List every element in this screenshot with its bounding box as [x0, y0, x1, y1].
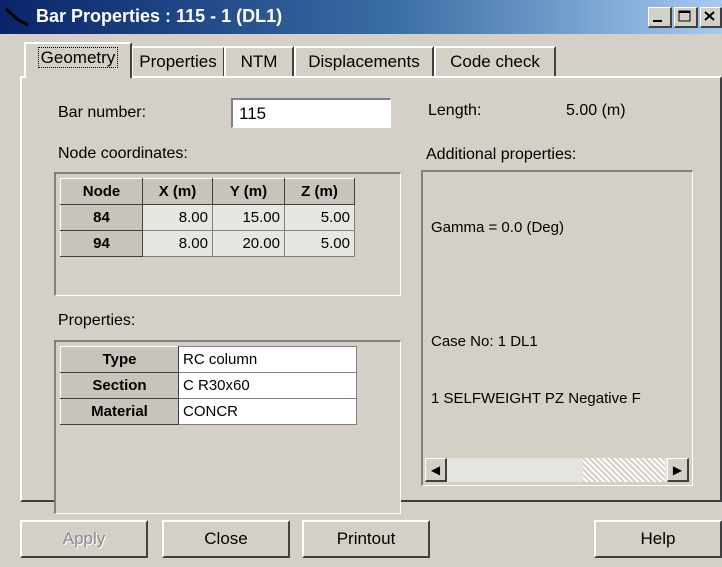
node-table: Node X (m) Y (m) Z (m) 84 8.00 15.00 5.0…	[60, 178, 355, 257]
length-label: Length:	[428, 102, 482, 119]
property-name-cell[interactable]: Type	[60, 346, 179, 373]
tab-code-check[interactable]: Code check	[434, 46, 556, 76]
arrow-left-icon: ◀	[430, 463, 441, 477]
window-title: Bar Properties : 115 - 1 (DL1)	[36, 6, 283, 26]
scroll-right-button[interactable]: ▶	[667, 458, 689, 482]
column-header-node[interactable]: Node	[60, 178, 143, 205]
x-cell[interactable]: 8.00	[142, 204, 213, 231]
property-value-cell[interactable]: RC column	[178, 346, 357, 373]
table-row[interactable]: 84 8.00 15.00 5.00	[60, 204, 355, 231]
y-cell[interactable]: 20.00	[212, 230, 285, 257]
property-value-cell[interactable]: CONCR	[178, 398, 357, 425]
table-row[interactable]: Section C R30x60	[60, 372, 357, 399]
z-cell[interactable]: 5.00	[284, 230, 355, 257]
window-close-button[interactable]	[700, 7, 722, 28]
node-coordinates-grid[interactable]: Node X (m) Y (m) Z (m) 84 8.00 15.00 5.0…	[54, 172, 401, 296]
list-item: Gamma = 0.0 (Deg)	[431, 219, 564, 236]
table-row[interactable]: 94 8.00 20.00 5.00	[60, 230, 355, 257]
printout-button[interactable]: Printout	[302, 520, 430, 558]
column-header-z[interactable]: Z (m)	[284, 178, 355, 205]
tab-ntm[interactable]: NTM	[224, 46, 294, 76]
arrow-right-icon: ▶	[672, 463, 683, 477]
properties-grid[interactable]: Type RC column Section C R30x60 Material…	[54, 340, 401, 514]
maximize-icon	[678, 10, 691, 22]
horizontal-scrollbar[interactable]: ◀ ▶	[425, 458, 689, 482]
property-value-cell[interactable]: C R30x60	[178, 372, 357, 399]
bar-number-input[interactable]	[231, 98, 391, 128]
table-row[interactable]: Material CONCR	[60, 398, 357, 425]
apply-button[interactable]: Apply	[20, 520, 148, 558]
properties-table: Type RC column Section C R30x60 Material…	[60, 346, 357, 425]
help-button[interactable]: Help	[594, 520, 722, 558]
close-icon	[704, 11, 715, 21]
length-value: 5.00 (m)	[566, 102, 626, 119]
list-item: 1 SELFWEIGHT PZ Negative F	[431, 390, 641, 407]
scroll-left-button[interactable]: ◀	[425, 458, 447, 482]
additional-properties-list[interactable]: Gamma = 0.0 (Deg) Case No: 1 DL1 1 SELFW…	[421, 170, 693, 486]
table-row[interactable]: Type RC column	[60, 346, 357, 373]
close-button[interactable]: Close	[162, 520, 290, 558]
node-coordinates-label: Node coordinates:	[58, 145, 188, 162]
column-header-x[interactable]: X (m)	[142, 178, 213, 205]
tab-properties[interactable]: Properties	[131, 46, 225, 76]
node-id-cell[interactable]: 84	[60, 204, 143, 231]
additional-properties-text: Gamma = 0.0 (Deg) Case No: 1 DL1 1 SELFW…	[431, 180, 641, 446]
tab-geometry-label: Geometry	[37, 47, 119, 68]
z-cell[interactable]: 5.00	[284, 204, 355, 231]
tab-displacements[interactable]: Displacements	[294, 46, 434, 76]
y-cell[interactable]: 15.00	[212, 204, 285, 231]
list-item	[431, 275, 641, 294]
properties-label: Properties:	[58, 312, 136, 329]
column-header-y[interactable]: Y (m)	[212, 178, 285, 205]
minimize-icon	[653, 20, 662, 22]
property-name-cell[interactable]: Section	[60, 372, 179, 399]
x-cell[interactable]: 8.00	[142, 230, 213, 257]
scrollbar-thumb[interactable]	[583, 458, 665, 482]
minimize-button[interactable]	[648, 7, 672, 28]
node-id-cell[interactable]: 94	[60, 230, 143, 257]
additional-properties-label: Additional properties:	[426, 146, 577, 163]
property-name-cell[interactable]: Material	[60, 398, 179, 425]
maximize-button[interactable]	[674, 7, 698, 28]
list-item: Case No: 1 DL1	[431, 333, 538, 350]
bar-icon	[4, 7, 29, 27]
bar-number-label: Bar number:	[58, 104, 147, 121]
tab-geometry[interactable]: Geometry	[24, 42, 132, 78]
